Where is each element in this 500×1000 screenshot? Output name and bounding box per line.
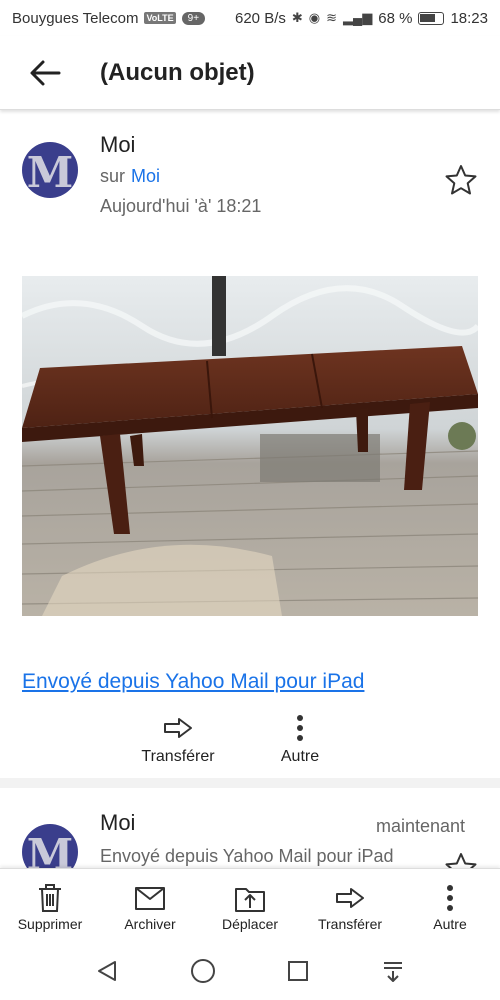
recipient-line: sur Moi xyxy=(100,166,160,187)
forward-label: Transférer xyxy=(317,915,383,932)
nav-home-icon[interactable] xyxy=(190,958,216,984)
nav-notifications-icon[interactable] xyxy=(381,959,405,983)
move-label: Déplacer xyxy=(221,915,279,932)
battery-icon xyxy=(418,11,445,25)
table-photo-image xyxy=(22,276,478,616)
star-icon[interactable] xyxy=(444,852,478,868)
forward-action-label: Transférer xyxy=(141,748,215,765)
network-speed: 620 B/s xyxy=(235,9,286,27)
message-time: maintenant xyxy=(376,816,466,836)
message-collapsed[interactable]: M Moi maintenant Envoyé depuis Yahoo Mai… xyxy=(0,790,500,868)
app-bar: (Aucun objet) xyxy=(0,36,500,110)
forward-arrow-icon xyxy=(164,718,192,738)
sender-name: Moi xyxy=(100,810,136,835)
trash-icon xyxy=(39,883,61,912)
more-action[interactable]: Autre xyxy=(245,708,355,766)
message-expanded: M Moi sur Moi Aujourd'hui 'à' 18:21 Envo… xyxy=(0,112,500,788)
avatar[interactable]: M xyxy=(22,142,78,198)
star-icon[interactable] xyxy=(444,164,478,196)
archive-button[interactable]: Archiver xyxy=(100,869,200,942)
wifi-icon: ≋ xyxy=(326,10,338,25)
recipient-prefix: sur xyxy=(100,166,126,186)
avatar[interactable]: M xyxy=(22,824,78,868)
delete-button[interactable]: Supprimer xyxy=(0,869,100,942)
more-vertical-icon xyxy=(297,715,303,741)
archive-label: Archiver xyxy=(124,915,176,932)
carrier-name: Bouygues Telecom xyxy=(12,9,139,27)
bluetooth-icon: ✱ xyxy=(291,10,303,25)
status-bar: Bouygues Telecom VoLTE 9+ 620 B/s ✱ ◉ ≋ … xyxy=(0,0,500,36)
notification-count-badge: 9+ xyxy=(181,11,206,25)
attached-photo[interactable] xyxy=(22,276,478,616)
sender-name[interactable]: Moi xyxy=(100,132,135,158)
clock: 18:23 xyxy=(450,9,488,27)
forward-arrow-icon xyxy=(336,887,364,908)
signature-link[interactable]: Envoyé depuis Yahoo Mail pour iPad xyxy=(22,670,364,694)
back-button[interactable] xyxy=(0,36,90,110)
avatar-letter: M xyxy=(26,830,74,868)
more-label: Autre xyxy=(433,915,467,932)
battery-percent: 68 % xyxy=(378,9,413,27)
page-title: (Aucun objet) xyxy=(100,58,255,86)
message-snippet: Envoyé depuis Yahoo Mail pour iPad xyxy=(100,846,394,866)
signal-icon: ▂▄▆ xyxy=(343,10,373,25)
nav-back-icon[interactable] xyxy=(95,959,119,983)
system-nav-bar xyxy=(0,942,500,1000)
archive-icon xyxy=(135,886,165,910)
delete-label: Supprimer xyxy=(17,915,83,932)
eye-icon: ◉ xyxy=(308,10,321,25)
message-date: Aujourd'hui 'à' 18:21 xyxy=(100,196,262,216)
volte-icon: VoLTE xyxy=(144,12,176,24)
bottom-toolbar: Supprimer Archiver Déplacer Transférer A… xyxy=(0,868,500,942)
more-vertical-icon xyxy=(447,884,453,911)
back-arrow-icon xyxy=(30,60,61,85)
move-folder-icon xyxy=(235,887,265,912)
avatar-letter: M xyxy=(26,148,74,197)
more-button[interactable]: Autre xyxy=(400,869,500,942)
move-button[interactable]: Déplacer xyxy=(200,869,300,942)
more-action-label: Autre xyxy=(280,748,320,765)
forward-action[interactable]: Transférer xyxy=(123,708,233,766)
nav-recents-icon[interactable] xyxy=(286,959,310,983)
forward-button[interactable]: Transférer xyxy=(300,869,400,942)
recipient-link[interactable]: Moi xyxy=(131,166,160,186)
